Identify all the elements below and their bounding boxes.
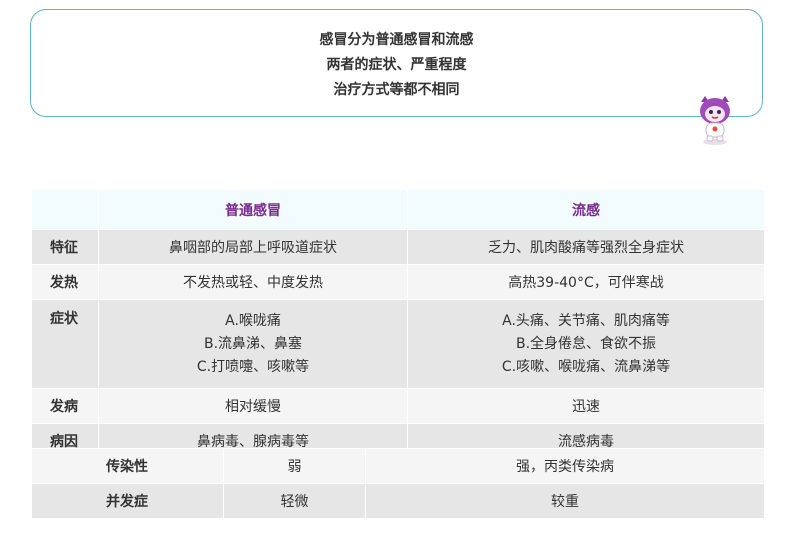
flu-cell: 强，丙类传染病: [365, 448, 765, 484]
mascot-icon: [700, 96, 730, 145]
common-cell: 不发热或轻、中度发热: [98, 264, 408, 300]
table-row: 发病 相对缓慢 迅速: [31, 388, 765, 424]
common-cell: 轻微: [223, 483, 366, 519]
intro-box: 感冒分为普通感冒和流感 两者的症状、严重程度 治疗方式等都不相同: [30, 9, 763, 117]
flu-cell: 高热39-40°C，可伴寒战: [407, 264, 765, 300]
comparison-table-extra: 传染性 弱 强，丙类传染病 并发症 轻微 较重: [31, 448, 765, 519]
symptom-line: B.流鼻涕、鼻塞: [203, 335, 303, 352]
symptom-line: A.喉咙痛: [225, 312, 281, 329]
flu-cell: A.头痛、关节痛、肌肉痛等 B.全身倦怠、食欲不振 C.咳嗽、喉咙痛、流鼻涕等: [407, 299, 765, 389]
symptom-line: A.头痛、关节痛、肌肉痛等: [502, 312, 670, 329]
table-header-row: 普通感冒 流感: [31, 189, 765, 230]
flu-cell: 乏力、肌肉酸痛等强烈全身症状: [407, 229, 765, 265]
intro-line: 感冒分为普通感冒和流感: [319, 32, 474, 48]
row-label: 传染性: [31, 448, 224, 484]
symptom-line: B.全身倦怠、食欲不振: [515, 335, 657, 352]
comparison-table: 普通感冒 流感 特征 鼻咽部的局部上呼吸道症状 乏力、肌肉酸痛等强烈全身症状 发…: [31, 189, 765, 459]
intro-line: 治疗方式等都不相同: [333, 82, 460, 98]
symptom-line: C.咳嗽、喉咙痛、流鼻涕等: [501, 358, 671, 375]
row-label: 并发症: [31, 483, 224, 519]
symptom-line: C.打喷嚏、咳嗽等: [196, 358, 310, 375]
row-label: 发病: [31, 388, 99, 424]
flu-cell: 迅速: [407, 388, 765, 424]
row-label: 特征: [31, 229, 99, 265]
intro-text: 感冒分为普通感冒和流感 两者的症状、严重程度 治疗方式等都不相同: [31, 28, 762, 103]
table-row: 传染性 弱 强，丙类传染病: [31, 448, 765, 484]
row-label: 症状: [31, 299, 99, 389]
flu-cell: 较重: [365, 483, 765, 519]
table-row: 特征 鼻咽部的局部上呼吸道症状 乏力、肌肉酸痛等强烈全身症状: [31, 229, 765, 265]
table-row: 发热 不发热或轻、中度发热 高热39-40°C，可伴寒战: [31, 264, 765, 300]
header-common-cold: 普通感冒: [98, 189, 408, 230]
common-cell: A.喉咙痛 B.流鼻涕、鼻塞 C.打喷嚏、咳嗽等: [98, 299, 408, 389]
common-cell: 相对缓慢: [98, 388, 408, 424]
header-empty-cell: [31, 189, 99, 230]
header-flu: 流感: [407, 189, 765, 230]
table-row: 症状 A.喉咙痛 B.流鼻涕、鼻塞 C.打喷嚏、咳嗽等 A.头痛、关节痛、肌肉痛…: [31, 299, 765, 389]
intro-line: 两者的症状、严重程度: [326, 57, 467, 73]
common-cell: 鼻咽部的局部上呼吸道症状: [98, 229, 408, 265]
common-cell: 弱: [223, 448, 366, 484]
row-label: 发热: [31, 264, 99, 300]
table-row: 并发症 轻微 较重: [31, 483, 765, 519]
